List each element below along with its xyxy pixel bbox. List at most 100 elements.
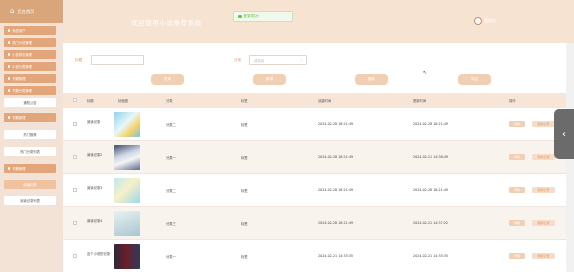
col-actions: 操作 [509,99,516,103]
top-banner: 欢迎使用小说推荐系统 管理员 [63,0,574,43]
cell-tag: 标签 [241,189,248,193]
sidebar-item-label: 热门分类列表 [20,150,40,154]
sidebar-item[interactable]: 书籍管理 [4,164,56,173]
sidebar-item[interactable]: 热门推荐 [4,130,56,139]
sidebar-item-label: 小说分类管理 [12,65,32,69]
sidebar-item[interactable]: 热门小说管理 [4,38,56,47]
table-header: 标题 封面图 分类 标签 创建时间 更新时间 操作 [63,93,567,108]
row-checkbox[interactable] [73,221,77,225]
sidebar-item-label: 阅读记录列表 [20,199,40,203]
bullet-icon [8,29,11,32]
bullet-icon [8,167,11,170]
cover-image [114,145,140,170]
bullet-icon [8,116,11,119]
sidebar-item-label: 书籍管理 [12,116,26,120]
check-icon [238,14,242,19]
sidebar-item[interactable]: 阅读记录列表 [4,196,56,205]
sidebar-item[interactable]: 系统用户 [4,26,56,35]
cell-title: 阅读记录4 [87,219,103,223]
delete-record-button[interactable]: 删除记录 [532,154,555,160]
cell-category: 分类一 [166,156,176,160]
bullet-icon [8,53,11,56]
cell-title: 阅读记录2 [87,153,103,157]
user-name: 管理员 [484,18,496,23]
cell-created: 2024-02-28 18:21:49 [318,155,354,159]
delete-record-button[interactable]: 删除记录 [532,187,555,193]
records-table: 标题 封面图 分类 标签 创建时间 更新时间 操作 阅读记录 分类二 标签 2024-… [63,93,567,272]
detail-button[interactable]: 详情 [509,220,525,226]
sidebar-item[interactable]: 书籍分类管理 [4,86,56,95]
cell-tag: 标签 [241,123,248,127]
cover-image [114,112,140,137]
sidebar-item-label: 书籍分类管理 [12,89,32,93]
cell-updated: 2024-02-28 18:21:49 [413,122,449,126]
sidebar-item-label: 书籍管理 [12,77,26,81]
cell-category: 分类二 [166,123,176,127]
col-created[interactable]: 创建时间 [318,98,331,103]
success-toast: 登录成功! [233,11,293,22]
delete-record-button[interactable]: 删除记录 [532,121,555,127]
table-row[interactable]: 阅读记录2 分类一 标签 2024-02-28 18:21:49 2024-02-21 … [63,141,567,174]
detail-button[interactable]: 详情 [509,253,525,259]
sidebar-item[interactable]: 小说分类管理 [4,62,56,71]
row-checkbox[interactable] [73,254,77,258]
sidebar: ⌂ 后台首页 系统用户 热门小说管理 小说排名管理 小说分类管理 书籍管理 书籍分类管理通… [0,0,63,272]
cell-category: 分类二 [166,189,176,193]
sidebar-item[interactable]: 书籍管理 [4,113,56,122]
sidebar-item[interactable]: 阅读记录 [4,180,56,189]
select-all-checkbox[interactable] [73,98,77,102]
export-button[interactable]: 导出 [458,74,491,85]
table-row[interactable]: 阅读记录 分类二 标签 2024-02-28 18:21:49 2024-02-28 1… [63,108,567,141]
app-title: 欢迎使用小说推荐系统 [131,19,202,27]
sidebar-item[interactable]: 通知公告 [4,98,56,107]
cell-created: 2024-02-21 14:35:35 [318,254,354,258]
cell-title: 阅读记录3 [87,186,103,190]
sidebar-item[interactable]: 书籍管理 [4,74,56,83]
row-checkbox[interactable] [73,122,77,126]
row-checkbox[interactable] [73,155,77,159]
category-label: 分类 [234,58,242,62]
delete-record-button[interactable]: 删除记录 [532,253,555,259]
detail-button[interactable]: 详情 [509,121,525,127]
sidebar-item[interactable]: 小说排名管理 [4,50,56,59]
add-button[interactable]: 新增 [253,74,286,85]
cell-created: 2024-02-28 18:21:49 [318,188,354,192]
title-search-input[interactable] [91,55,144,65]
col-updated[interactable]: 更新时间 [413,98,426,103]
cell-updated: 2024-02-21 14:37:22 [413,221,449,225]
detail-button[interactable]: 详情 [509,187,525,193]
row-checkbox[interactable] [73,188,77,192]
user-menu[interactable]: 管理员 [474,17,496,25]
table-row[interactable]: 这个小说的记录 分类一 标签 2024-02-21 14:35:35 2024-02-2… [63,240,567,272]
detail-button[interactable]: 详情 [509,154,525,160]
sidebar-item[interactable]: 热门分类列表 [4,147,56,156]
cell-updated: 2024-02-28 18:21:49 [413,188,449,192]
collapse-panel-tab[interactable]: ‹ [554,109,574,159]
search-button[interactable]: 查询 [151,74,184,85]
table-row[interactable]: 阅读记录4 分类三 标签 2024-02-28 18:21:49 2024-02-21 … [63,207,567,240]
cover-image [114,244,140,269]
home-icon: ⌂ [10,7,15,15]
cell-tag: 标签 [241,222,248,226]
bullet-icon [8,89,11,92]
cell-updated: 2024-02-21 14:35:35 [413,254,449,258]
sidebar-header[interactable]: ⌂ 后台首页 [0,0,63,23]
delete-record-button[interactable]: 删除记录 [532,220,555,226]
mouse-cursor-icon: ↖ [423,70,428,76]
table-row[interactable]: 阅读记录3 分类二 标签 2024-02-28 18:21:49 2024-02-28 … [63,174,567,207]
category-select[interactable]: 请选择 ⌄ [249,55,307,65]
cover-image [114,178,140,203]
sidebar-item-label: 热门小说管理 [12,41,32,45]
cell-updated: 2024-02-21 14:38:49 [413,155,449,159]
cell-title: 这个小说的记录 [87,252,111,256]
delete-button[interactable]: 删除 [355,74,388,85]
sidebar-item-label: 小说排名管理 [12,53,32,57]
chevron-down-icon: ⌄ [300,58,303,62]
avatar [474,17,482,25]
cell-category: 分类三 [166,222,176,226]
sidebar-item-label: 阅读记录 [23,183,37,187]
cell-title: 阅读记录 [87,120,101,124]
sidebar-item-label: 书籍管理 [12,167,26,171]
cell-tag: 标签 [241,255,248,259]
cell-tag: 标签 [241,156,248,160]
